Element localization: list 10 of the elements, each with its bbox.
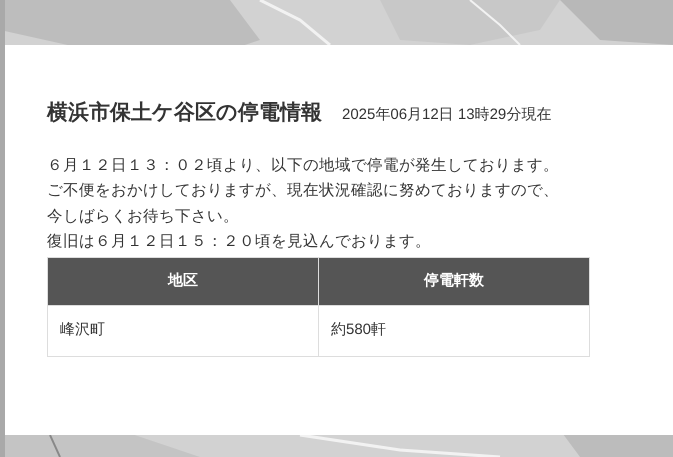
timestamp: 2025年06月12日 13時29分現在 bbox=[342, 105, 552, 125]
column-header: 地区 bbox=[48, 257, 318, 305]
table-cell: 約580軒 bbox=[318, 305, 590, 356]
message-line: ご不便をおかけしておりますが、現在状況確認に努めておりますので、 bbox=[47, 181, 560, 201]
column-header: 停電軒数 bbox=[318, 257, 590, 305]
table-cell: 峰沢町 bbox=[48, 305, 318, 356]
message-line: ６月１２日１３：０２頃より、以下の地域で停電が発生しております。 bbox=[47, 156, 560, 176]
message-line: 今しばらくお待ち下さい。 bbox=[47, 206, 240, 226]
dialog-title: 横浜市保土ケ谷区の停電情報 bbox=[47, 100, 322, 126]
message-line: 復旧は６月１２日１５：２０頃を見込んでおります。 bbox=[47, 232, 432, 252]
